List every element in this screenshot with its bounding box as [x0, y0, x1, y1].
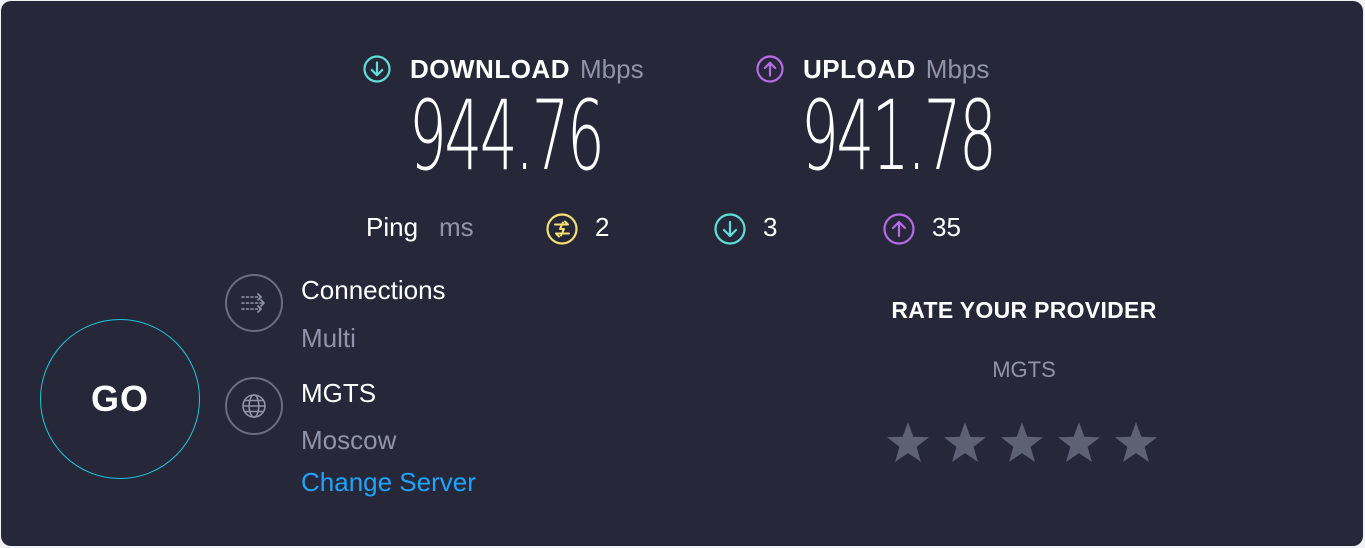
globe-glyph-icon	[242, 394, 266, 418]
go-button-label: GO	[90, 378, 149, 419]
connections-value: Multi	[301, 323, 356, 353]
rate-provider-name: MGTS	[992, 357, 1056, 382]
globe-icon	[225, 377, 283, 435]
ping-label: Ping	[366, 212, 419, 242]
upload-ping-value: 35	[932, 212, 961, 242]
idle-ping-icon	[546, 213, 578, 245]
download-ping-value: 3	[763, 212, 778, 242]
connections-title: Connections	[301, 275, 446, 305]
star-3-icon[interactable]	[999, 420, 1045, 466]
rate-provider-title: RATE YOUR PROVIDER	[891, 297, 1157, 323]
download-ping-icon	[714, 213, 746, 245]
server-provider: MGTS	[301, 378, 377, 408]
star-1-icon[interactable]	[885, 420, 931, 466]
server-location: Moscow	[301, 425, 397, 455]
idle-ping-value: 2	[595, 212, 610, 242]
upload-arrow-icon	[756, 55, 784, 83]
star-4-icon[interactable]	[1056, 420, 1102, 466]
download-arrow-icon	[363, 55, 391, 83]
change-server-link[interactable]: Change Server	[301, 467, 476, 498]
download-speed-value: 944.76	[409, 80, 605, 192]
connections-glyph-icon	[241, 293, 265, 313]
star-5-icon[interactable]	[1113, 420, 1159, 466]
upload-ping-icon	[883, 213, 915, 245]
star-2-icon[interactable]	[942, 420, 988, 466]
star-rating	[885, 420, 1170, 466]
speedtest-result-panel: DOWNLOAD Mbps 944.76 UPLOAD Mbps 941.78 …	[1, 1, 1363, 546]
upload-speed-value: 941.78	[801, 80, 997, 192]
connections-icon	[225, 274, 283, 332]
go-button[interactable]: GO	[40, 319, 200, 479]
ping-unit: ms	[439, 212, 474, 242]
